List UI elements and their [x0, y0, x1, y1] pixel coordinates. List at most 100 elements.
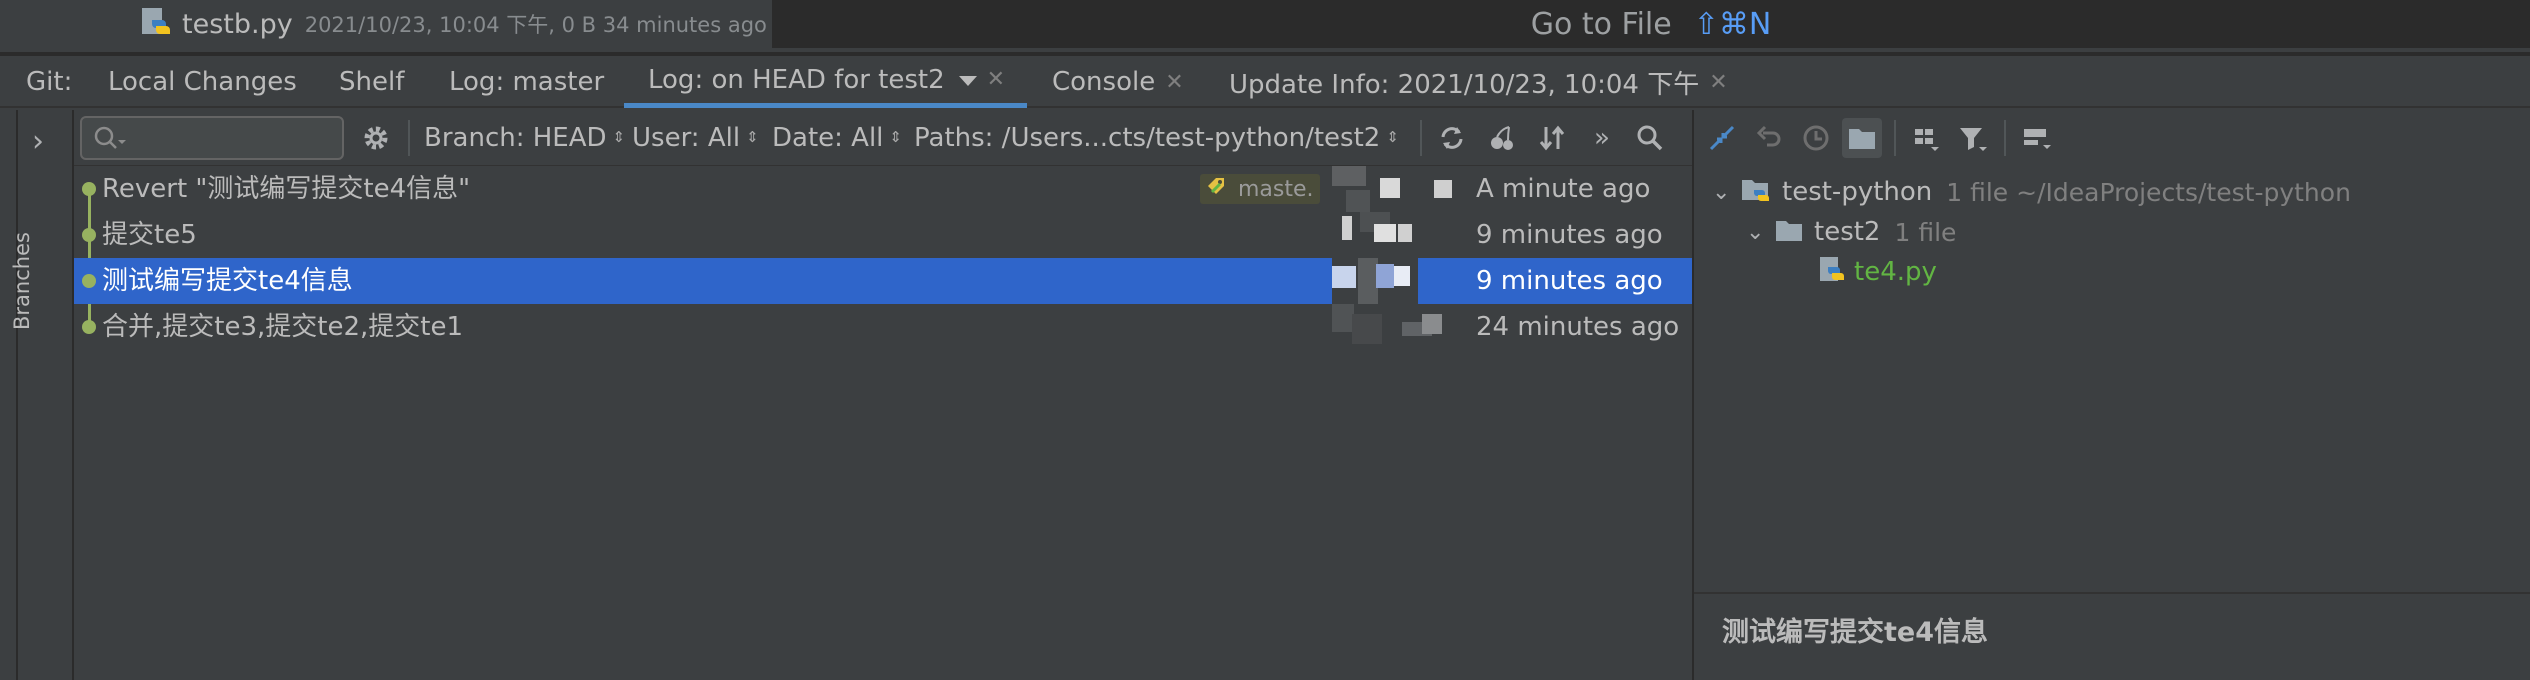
sort-arrows-icon: ⇕: [746, 128, 759, 146]
chevron-right-icon[interactable]: ›: [32, 124, 44, 159]
branches-label[interactable]: Branches: [10, 232, 34, 330]
paths-filter-label: Paths: /Users...cts/test-python/test2: [914, 123, 1381, 153]
changed-files-tree: ⌄ test-python 1 file ~/IdeaProjects/test…: [1694, 166, 2530, 586]
tab-label: Log: master: [449, 67, 605, 97]
tag-label: maste.: [1238, 176, 1314, 202]
goto-file-shortcut: ⇧⌘N: [1693, 6, 1772, 42]
close-icon[interactable]: ✕: [1165, 70, 1183, 95]
goto-file-hint: Go to File ⇧⌘N: [772, 0, 2530, 48]
folder-meta: 1 file: [1894, 217, 1957, 247]
commit-row[interactable]: 提交te5 9 minutes ago: [74, 212, 1692, 258]
tab-console[interactable]: Console ✕: [1052, 56, 1184, 108]
commit-date: A minute ago: [1476, 174, 1651, 204]
log-toolbar: Branch: HEAD ⇕ User: All ⇕ Date: All ⇕ P…: [74, 110, 1692, 166]
author-avatar-redacted: [1332, 212, 1482, 258]
commit-date: 24 minutes ago: [1476, 312, 1680, 342]
toolbar-separator: [408, 120, 410, 156]
commit-message: 测试编写提交te4信息: [102, 266, 353, 296]
user-filter-dropdown[interactable]: User: All ⇕: [632, 110, 759, 166]
date-filter-label: Date: All: [772, 123, 884, 153]
author-avatar-redacted: [1332, 258, 1482, 304]
tab-label: Local Changes: [108, 67, 297, 97]
tab-label: Log: on HEAD for test2: [648, 64, 945, 95]
folder-name: test2: [1814, 217, 1881, 247]
branch-filter-label: Branch: HEAD: [424, 123, 607, 153]
group-by-icon[interactable]: [1906, 118, 1946, 158]
refresh-icon[interactable]: [1432, 118, 1472, 158]
toolbar-separator: [1894, 120, 1896, 156]
folder-icon: [1774, 217, 1804, 247]
git-label-text: Git:: [26, 67, 73, 97]
top-strip: testb.py 2021/10/23, 10:04 下午, 0 B 34 mi…: [0, 0, 2530, 52]
commit-node: [82, 320, 96, 334]
commit-list: Revert "测试编写提交te4信息" maste. A minute ago…: [74, 166, 1692, 680]
git-log-panel: Branch: HEAD ⇕ User: All ⇕ Date: All ⇕ P…: [74, 110, 1692, 680]
sort-arrows-icon: ⇕: [889, 128, 902, 146]
revert-icon[interactable]: [1750, 118, 1790, 158]
tab-log-master[interactable]: Log: master: [449, 56, 604, 108]
file-meta: 2021/10/23, 10:04 下午, 0 B 34 minutes ago: [304, 13, 767, 37]
tree-node-folder[interactable]: ⌄ test2 1 file: [1746, 212, 1956, 252]
python-file-icon: [1818, 255, 1846, 289]
collapse-icon[interactable]: [1702, 118, 1742, 158]
filter-icon[interactable]: [1952, 118, 1992, 158]
goto-file-label: Go to File: [1530, 6, 1672, 42]
tab-label: Shelf: [339, 67, 405, 97]
tag-icon: [1206, 176, 1232, 202]
project-folder-icon: [1740, 176, 1772, 208]
cherry-pick-icon[interactable]: [1482, 118, 1522, 158]
project-meta: 1 file ~/IdeaProjects/test-python: [1946, 177, 2351, 207]
commit-message: 合并,提交te3,提交te2,提交te1: [102, 312, 463, 342]
chevron-down-icon[interactable]: ⌄: [1746, 220, 1774, 245]
tool-window-stripe: [0, 110, 18, 680]
branch-tag: maste.: [1200, 174, 1320, 204]
history-icon[interactable]: [1796, 118, 1836, 158]
sort-arrows-icon: ⇕: [612, 128, 626, 146]
tree-node-project[interactable]: ⌄ test-python 1 file ~/IdeaProjects/test…: [1712, 172, 2351, 212]
chevron-down-icon[interactable]: ⌄: [1712, 180, 1740, 205]
project-name: test-python: [1782, 177, 1933, 207]
commit-node: [82, 182, 96, 196]
tab-update-info[interactable]: Update Info: 2021/10/23, 10:04 下午 ✕: [1229, 56, 1728, 108]
search-icon[interactable]: [1630, 118, 1670, 158]
sort-arrows-icon: ⇕: [1386, 128, 1399, 146]
tab-label: Console: [1052, 67, 1156, 97]
author-avatar-redacted: [1332, 166, 1482, 212]
commit-row[interactable]: Revert "测试编写提交te4信息" maste. A minute ago: [74, 166, 1692, 212]
gear-icon[interactable]: [356, 118, 396, 158]
tab-log-head-test2[interactable]: Log: on HEAD for test2 ✕: [624, 56, 1028, 108]
search-icon: [92, 124, 126, 158]
commit-message: 提交te5: [102, 220, 197, 250]
layout-icon[interactable]: [2016, 118, 2056, 158]
git-tool-window-tabs: Git: Local Changes Shelf Log: master Log…: [0, 56, 2530, 108]
search-input[interactable]: [80, 116, 344, 160]
close-icon[interactable]: ✕: [987, 67, 1005, 92]
sort-icon[interactable]: [1532, 118, 1572, 158]
close-icon[interactable]: ✕: [1709, 70, 1727, 95]
tab-shelf[interactable]: Shelf: [339, 56, 404, 108]
commit-node: [82, 274, 96, 288]
dropdown-arrow-icon[interactable]: [958, 75, 977, 86]
branches-panel[interactable]: › Branches: [10, 110, 74, 680]
commit-row-selected[interactable]: 测试编写提交te4信息 9 minutes ago: [74, 258, 1692, 304]
tab-label: Update Info: 2021/10/23, 10:04 下午: [1229, 69, 1700, 100]
divider: [1694, 592, 2530, 594]
paths-filter-dropdown[interactable]: Paths: /Users...cts/test-python/test2 ⇕: [914, 110, 1399, 166]
python-file-icon: [140, 6, 170, 42]
folder-icon[interactable]: [1842, 118, 1882, 158]
git-label: Git:: [26, 56, 72, 108]
commit-row[interactable]: 合并,提交te3,提交te2,提交te1 24 minutes ago: [74, 304, 1692, 350]
user-filter-label: User: All: [632, 123, 741, 153]
commit-date: 9 minutes ago: [1476, 220, 1663, 250]
project-file-row[interactable]: testb.py 2021/10/23, 10:04 下午, 0 B 34 mi…: [140, 0, 767, 48]
branch-filter-dropdown[interactable]: Branch: HEAD ⇕: [424, 110, 625, 166]
tab-local-changes[interactable]: Local Changes: [108, 56, 297, 108]
file-name: testb.py: [182, 8, 293, 40]
author-avatar-redacted: [1332, 304, 1482, 350]
changes-panel: ⌄ test-python 1 file ~/IdeaProjects/test…: [1692, 110, 2530, 680]
date-filter-dropdown[interactable]: Date: All ⇕: [772, 110, 902, 166]
tree-node-file[interactable]: te4.py: [1818, 252, 1937, 292]
more-actions-icon[interactable]: »: [1582, 118, 1622, 158]
commit-node: [82, 228, 96, 242]
commit-message: Revert "测试编写提交te4信息": [102, 174, 471, 204]
